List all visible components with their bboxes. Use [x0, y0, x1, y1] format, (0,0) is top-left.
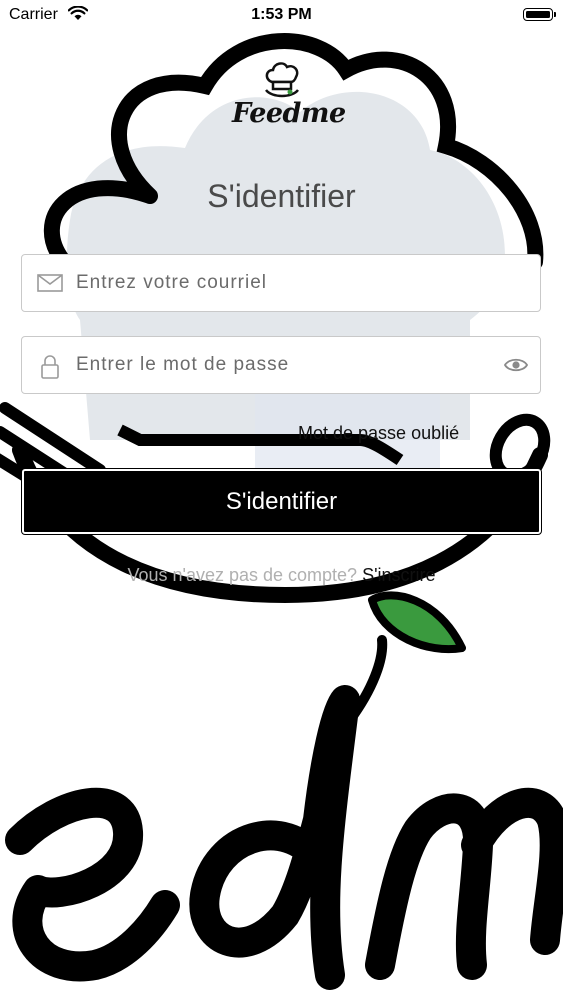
signup-prompt: Vous n'avez pas de compte? S'inscrire — [0, 565, 563, 586]
forgot-password-row: Mot de passe oublié — [0, 423, 563, 445]
brand-name: Feedme — [232, 98, 346, 129]
status-bar: Carrier 1:53 PM — [0, 0, 563, 30]
forgot-password-link[interactable]: Mot de passe oublié — [298, 423, 459, 444]
page-title: S'identifier — [207, 178, 356, 214]
password-input[interactable] — [76, 337, 496, 393]
signup-question: Vous n'avez pas de compte? — [127, 565, 363, 585]
login-button[interactable]: S'identifier — [22, 469, 541, 534]
status-time: 1:53 PM — [251, 6, 312, 23]
signup-link[interactable]: S'inscrire — [362, 565, 435, 585]
email-input[interactable] — [76, 255, 496, 311]
password-field-container[interactable] — [21, 336, 541, 394]
envelope-icon — [37, 274, 63, 292]
eye-icon[interactable] — [504, 355, 528, 375]
lock-icon — [41, 355, 59, 379]
email-field-container[interactable] — [21, 254, 541, 312]
brand-script-letters — [5, 685, 563, 990]
app-logo: Feedme — [232, 60, 346, 132]
chef-hat-icon — [265, 62, 299, 98]
battery-icon — [523, 8, 556, 21]
